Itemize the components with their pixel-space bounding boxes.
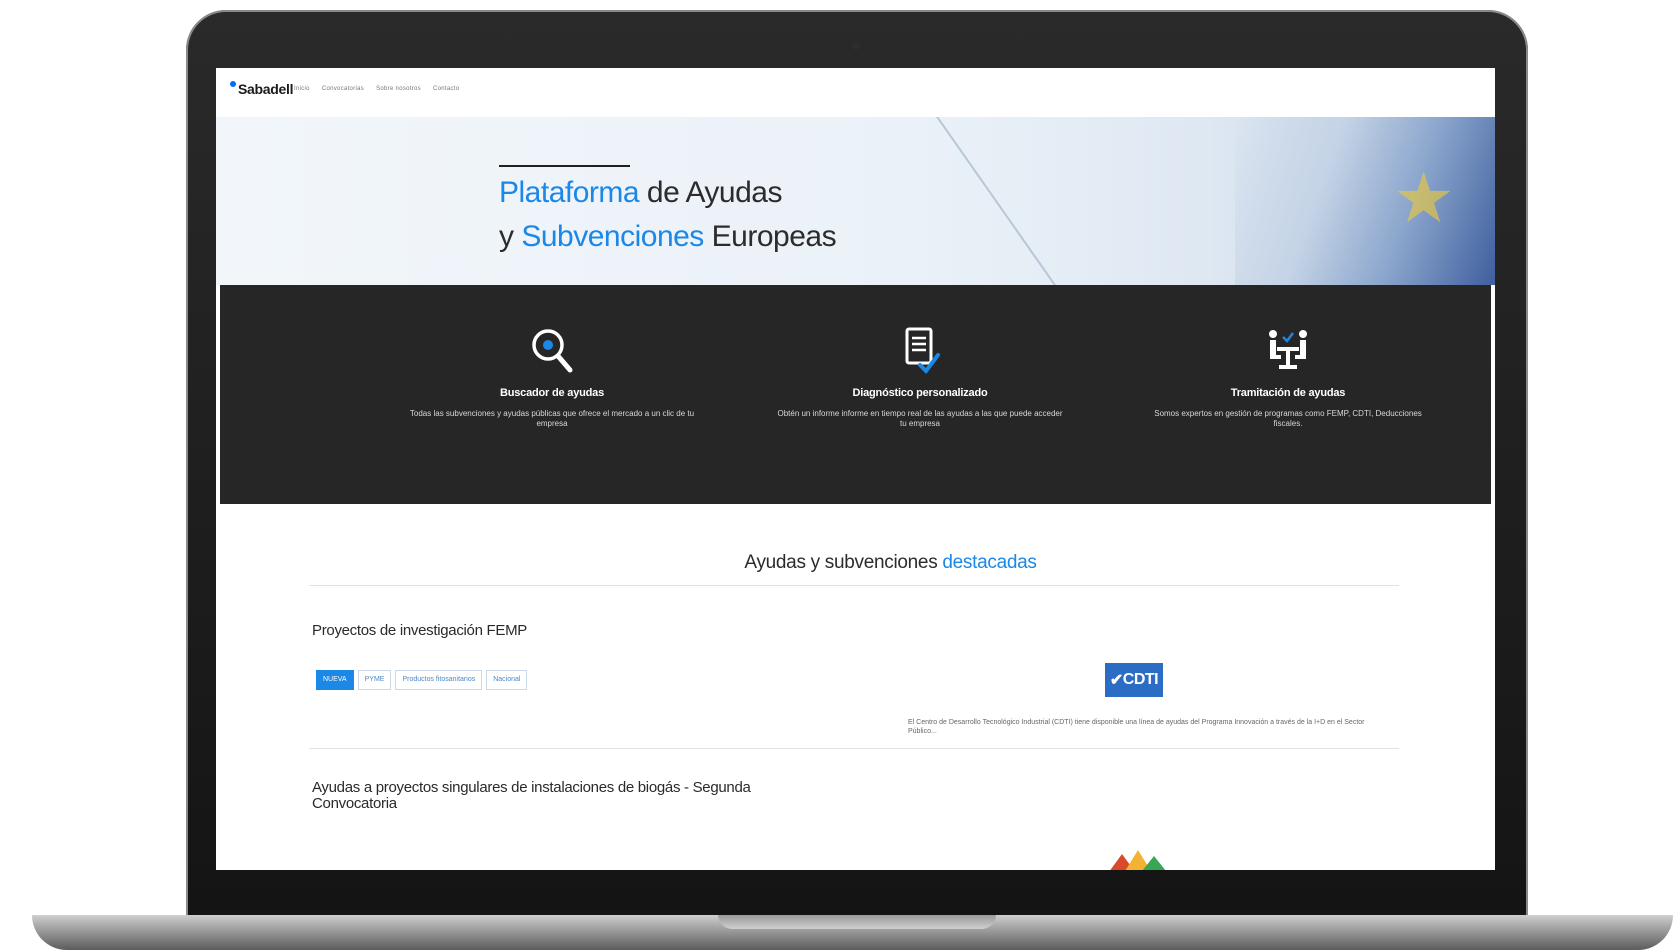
cdti-logo: ✔ CDTI: [1105, 663, 1163, 697]
card-title[interactable]: Ayudas a proyectos singulares de instala…: [312, 780, 782, 812]
feature-desc: Somos expertos en gestión de programas c…: [1154, 409, 1422, 428]
feature-title: Tramitación de ayudas: [1230, 387, 1346, 399]
logo-mark-icon: [230, 81, 236, 87]
hero-text: y: [499, 220, 522, 253]
document-check-icon: [905, 327, 940, 375]
laptop-notch: [718, 915, 996, 929]
card-title[interactable]: Proyectos de investigación FEMP: [312, 622, 527, 639]
screen: Sabadell Inicio Convocatorias Sobre noso…: [216, 68, 1495, 870]
feature-diagnostic[interactable]: Diagnóstico personalizado Obtén un infor…: [770, 285, 1070, 429]
card-tags: NUEVA PYME Productos fitosanitarios Naci…: [316, 670, 528, 690]
card-description: El Centro de Desarrollo Tecnológico Indu…: [908, 719, 1365, 735]
feature-search[interactable]: Buscador de ayudas Todas las subvencione…: [402, 285, 702, 429]
cdti-logo-text: CDTI: [1122, 671, 1159, 688]
tag-new[interactable]: NUEVA: [316, 670, 354, 690]
nav-links: Inicio Convocatorias Sobre nosotros Cont…: [294, 86, 459, 92]
feature-title: Buscador de ayudas: [500, 387, 604, 399]
section-divider: [309, 585, 1399, 586]
feature-processing[interactable]: Tramitación de ayudas Somos expertos en …: [1138, 285, 1438, 429]
hero-rule: [499, 165, 630, 167]
section-divider: [309, 748, 1399, 749]
nav-link-convocatorias[interactable]: Convocatorias: [322, 86, 364, 92]
star-icon: ★: [1392, 159, 1455, 237]
hero-banner: ★ Plataforma de Ayudas y Subvenciones Eu…: [216, 117, 1495, 285]
meeting-icon: [1269, 330, 1307, 369]
tag-products[interactable]: Productos fitosanitarios: [395, 670, 483, 690]
brand-logo[interactable]: Sabadell: [230, 81, 293, 97]
nav-link-contact[interactable]: Contacto: [433, 86, 459, 92]
hero-diagonal-line: [936, 117, 1087, 285]
logo-text: Sabadell: [238, 81, 294, 97]
program-logo-icon: [1110, 850, 1166, 870]
tag-national[interactable]: Nacional: [486, 670, 528, 690]
hero-title: Plataforma de Ayudas y Subvenciones Euro…: [499, 171, 837, 259]
top-nav: Sabadell Inicio Convocatorias Sobre noso…: [216, 68, 1495, 117]
feature-desc: Obtén un informe informe en tiempo real …: [777, 409, 1063, 428]
featured-section-title: Ayudas y subvenciones destacadas: [216, 552, 1495, 574]
hero-highlight: Subvenciones: [521, 220, 704, 253]
cdti-check-icon: ✔: [1109, 672, 1123, 689]
search-icon: [532, 329, 573, 373]
featured-title-text: Ayudas y subvenciones: [744, 552, 943, 573]
features-band: Buscador de ayudas Todas las subvencione…: [220, 285, 1491, 504]
hero-highlight: Plataforma: [499, 176, 640, 209]
nav-link-about[interactable]: Sobre nosotros: [376, 86, 421, 92]
camera: [852, 42, 860, 50]
featured-title-highlight: destacadas: [942, 552, 1037, 573]
hero-text: de Ayudas: [639, 176, 783, 209]
nav-link-home[interactable]: Inicio: [294, 86, 310, 92]
eu-flag-image: ★: [1235, 117, 1495, 285]
tag-pyme[interactable]: PYME: [357, 670, 392, 690]
feature-title: Diagnóstico personalizado: [852, 387, 988, 399]
feature-desc: Todas las subvenciones y ayudas públicas…: [409, 409, 695, 428]
hero-text: Europeas: [703, 220, 837, 253]
